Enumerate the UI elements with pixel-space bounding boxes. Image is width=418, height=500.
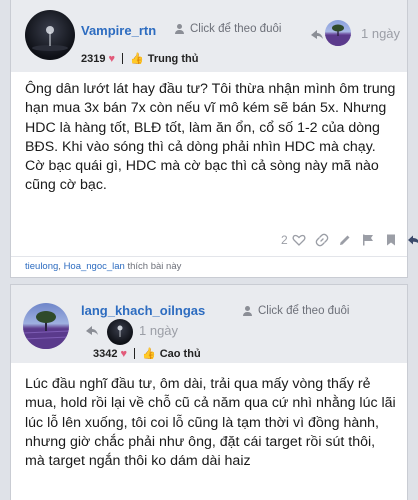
rank: Trung thủ — [147, 52, 199, 65]
follow-label: Click để theo đuôi — [190, 23, 282, 35]
username[interactable]: Vampire_rtn — [81, 23, 156, 38]
likes-row: tieulong, Hoa_ngoc_lan thích bài này — [11, 256, 407, 278]
pencil-icon[interactable] — [338, 233, 352, 247]
user-stats: 3342 ♥ 👍 Cao thủ — [93, 347, 201, 361]
post-actions: 2 — [281, 233, 418, 247]
bookmark-icon[interactable] — [384, 233, 398, 247]
flag-icon[interactable] — [361, 233, 375, 247]
post-header: lang_khach_oilngas Click để theo đuôi 1 … — [11, 285, 407, 363]
liker-link[interactable]: tieulong — [25, 261, 58, 272]
post-header: Vampire_rtn Click để theo đuôi 1 ngày 23… — [11, 0, 407, 72]
user-icon — [243, 306, 253, 316]
follow-button[interactable]: Click để theo đuôi — [243, 305, 349, 317]
rank: Cao thủ — [159, 347, 201, 360]
liked-suffix: thích bài này — [127, 261, 182, 272]
divider — [134, 348, 136, 359]
avatar[interactable] — [25, 10, 75, 60]
reply-to-avatar[interactable] — [107, 319, 133, 345]
heart-icon: ♥ — [108, 52, 116, 65]
avatar[interactable] — [23, 303, 69, 349]
score: 3342 — [93, 347, 118, 360]
reply-icon[interactable] — [407, 233, 418, 247]
liker-link[interactable]: Hoa_ngoc_lan — [64, 261, 125, 272]
post-2: lang_khach_oilngas Click để theo đuôi 1 … — [10, 284, 408, 500]
like-count[interactable]: 2 — [281, 233, 288, 247]
post-content: Ông dân lướt lát hay đầu tư? Tôi thừa nh… — [25, 81, 396, 194]
user-stats: 2319 ♥ 👍 Trung thủ — [81, 52, 199, 66]
thumbs-up-icon: 👍 — [142, 348, 156, 360]
divider — [122, 53, 124, 64]
post-time[interactable]: 1 ngày — [139, 323, 178, 338]
heart-outline-icon[interactable] — [292, 233, 306, 247]
post-content: Lúc đầu nghĩ đầu tư, ôm dài, trải qua mấ… — [25, 376, 396, 470]
reply-to-avatar[interactable] — [325, 20, 351, 46]
username[interactable]: lang_khach_oilngas — [81, 303, 205, 318]
follow-button[interactable]: Click để theo đuôi — [175, 23, 281, 35]
reply-arrow-icon — [85, 323, 99, 337]
post-1: Vampire_rtn Click để theo đuôi 1 ngày 23… — [10, 0, 418, 278]
follow-label: Click để theo đuôi — [258, 305, 350, 317]
heart-icon: ♥ — [120, 347, 128, 360]
score: 2319 — [81, 52, 106, 65]
reply-arrow-icon — [310, 27, 324, 41]
post-time[interactable]: 1 ngày — [361, 26, 400, 41]
user-icon — [175, 24, 185, 34]
thumbs-up-icon: 👍 — [130, 53, 144, 65]
link-icon[interactable] — [315, 233, 329, 247]
